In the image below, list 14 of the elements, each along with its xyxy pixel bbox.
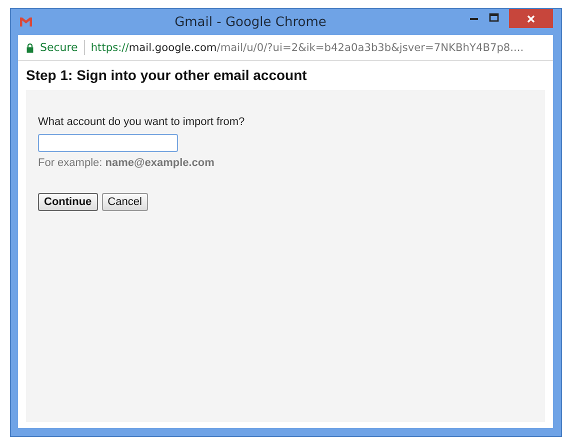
- url-text[interactable]: https://mail.google.com/mail/u/0/?ui=2&ik=b42a0a3b3b&jsver=7NKBhY4B7p8....: [90, 42, 524, 54]
- secure-label: Secure: [40, 41, 78, 54]
- dialog-heading: Step 1: Sign into your other email account: [26, 66, 308, 85]
- window-title: Gmail - Google Chrome: [174, 14, 328, 30]
- maximize-icon[interactable]: [489, 13, 499, 23]
- lock-icon: [26, 42, 34, 52]
- close-icon: [526, 14, 536, 24]
- cancel-button[interactable]: Cancel: [102, 193, 148, 211]
- gmail-logo-icon: [20, 17, 32, 27]
- field-label: What account do you want to import from?: [38, 116, 246, 128]
- continue-button[interactable]: Continue: [38, 193, 98, 211]
- hint-text: For example: name@example.com: [38, 157, 216, 169]
- account-input-field[interactable]: [38, 134, 178, 152]
- close-button[interactable]: [509, 9, 553, 28]
